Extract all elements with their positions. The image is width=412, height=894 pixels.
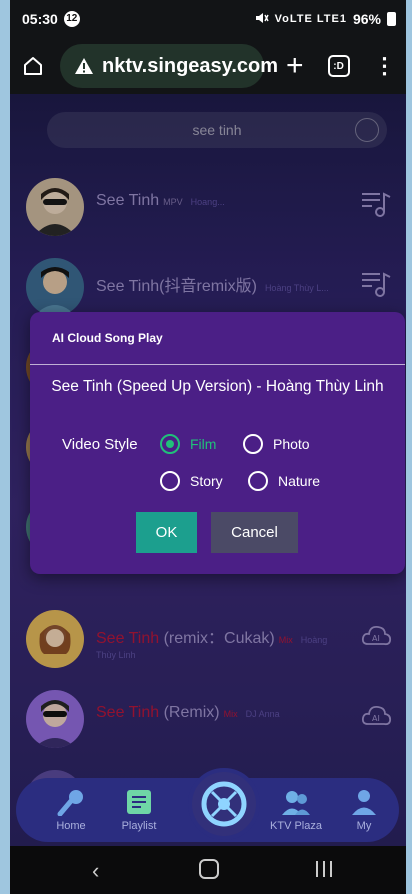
warning-icon (74, 57, 94, 75)
address-bar[interactable]: nktv.singeasy.com (60, 44, 278, 88)
phone-screen: 05:30 12 VoLTE LTE1 96% nktv.singeasy.co… (10, 0, 406, 894)
dialog-title: AI Cloud Song Play (52, 331, 163, 345)
radio-circle (160, 471, 180, 491)
disc-icon (201, 781, 247, 827)
system-nav-bar: ‹ (10, 846, 406, 894)
recent-apps-icon[interactable] (316, 861, 338, 877)
more-menu-icon[interactable]: ⋮ (374, 53, 396, 79)
radio-story[interactable]: Story (160, 471, 223, 491)
radio-circle (160, 434, 180, 454)
tab-ktv-plaza[interactable]: KTV Plaza (261, 778, 331, 842)
radio-circle (248, 471, 268, 491)
radio-film[interactable]: Film (160, 434, 216, 454)
radio-circle (243, 434, 263, 454)
browser-toolbar: nktv.singeasy.com + :D ⋮ (10, 38, 406, 94)
radio-photo[interactable]: Photo (243, 434, 310, 454)
tab-my[interactable]: My (329, 778, 399, 842)
signal-icons: VoLTE LTE1 (274, 13, 347, 25)
playlist-icon (124, 788, 154, 816)
battery-text: 96% (352, 11, 381, 27)
microphone-icon (56, 788, 86, 817)
center-play-button[interactable] (188, 768, 260, 840)
home-nav-icon[interactable] (199, 859, 219, 879)
tab-home[interactable]: Home (36, 778, 106, 842)
notification-badge: 12 (63, 11, 80, 27)
mute-icon (255, 12, 269, 27)
tab-playlist[interactable]: Playlist (104, 778, 174, 842)
video-style-label: Video Style (62, 436, 138, 453)
radio-nature[interactable]: Nature (248, 471, 320, 491)
tab-switcher-button[interactable]: :D (327, 55, 350, 77)
cancel-button[interactable]: Cancel (211, 512, 298, 553)
divider (30, 364, 405, 365)
status-time: 05:30 (22, 11, 58, 27)
user-icon (349, 788, 379, 816)
url-text: nktv.singeasy.com (102, 54, 278, 77)
battery-icon (387, 12, 396, 26)
back-icon[interactable]: ‹ (92, 858, 99, 884)
home-icon[interactable] (20, 53, 46, 79)
ok-button[interactable]: OK (136, 512, 197, 553)
people-icon (281, 788, 311, 816)
status-bar: 05:30 12 VoLTE LTE1 96% (10, 0, 406, 38)
dialog-song-name: See Tinh (Speed Up Version) - Hoàng Thùy… (51, 378, 384, 395)
ai-cloud-song-dialog: AI Cloud Song Play See Tinh (Speed Up Ve… (30, 312, 405, 574)
new-tab-icon[interactable]: + (286, 51, 304, 81)
